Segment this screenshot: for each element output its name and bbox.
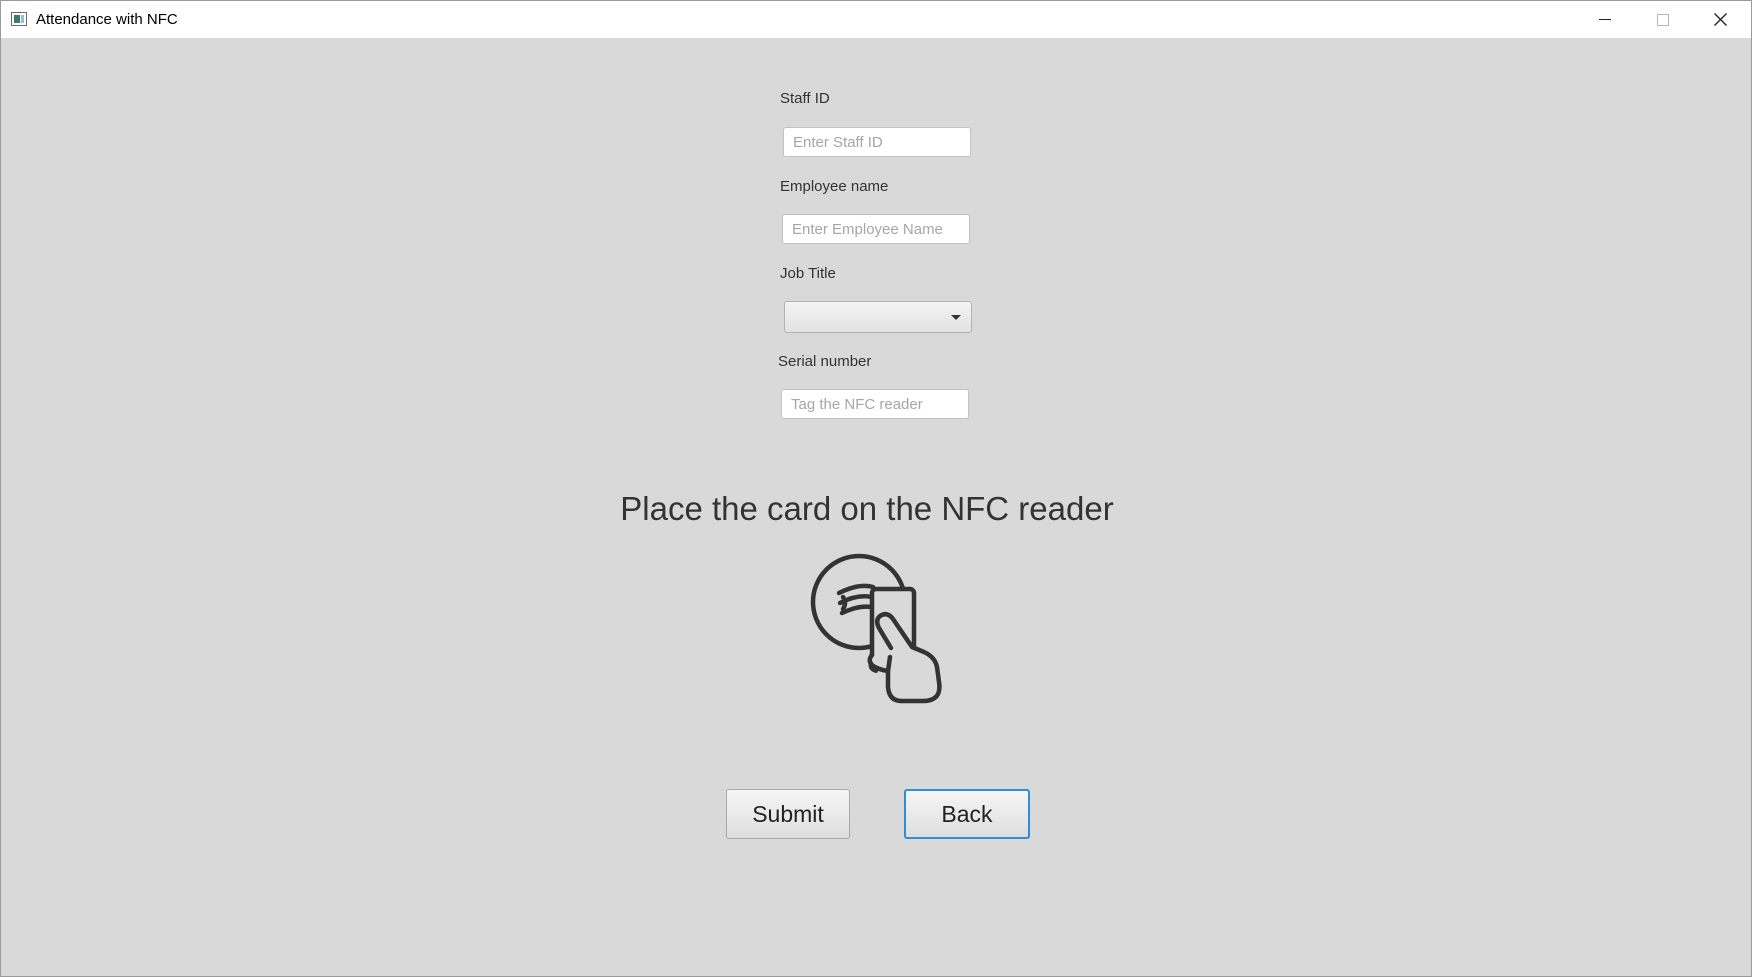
staff-id-input[interactable]: [783, 127, 971, 157]
minimize-button[interactable]: [1576, 1, 1634, 38]
title-bar[interactable]: Attendance with NFC: [1, 1, 1751, 38]
submit-button[interactable]: Submit: [726, 789, 850, 839]
app-icon: [11, 12, 27, 26]
window-title: Attendance with NFC: [36, 11, 178, 28]
job-title-label: Job Title: [780, 265, 836, 282]
staff-id-label: Staff ID: [780, 90, 830, 107]
job-title-select[interactable]: [784, 301, 972, 333]
close-icon: [1714, 13, 1727, 26]
chevron-down-icon: [951, 315, 961, 320]
app-window: Attendance with NFC Staff ID Employee na…: [0, 0, 1752, 977]
instruction-heading: Place the card on the NFC reader: [620, 490, 1114, 527]
maximize-button[interactable]: [1634, 1, 1692, 38]
close-button[interactable]: [1692, 1, 1750, 38]
serial-number-label: Serial number: [778, 353, 872, 370]
hand-holding-card-on-nfc-reader-icon: [810, 553, 942, 704]
back-button[interactable]: Back: [904, 789, 1030, 839]
serial-number-input[interactable]: [781, 389, 969, 419]
employee-name-input[interactable]: [782, 214, 970, 244]
employee-name-label: Employee name: [780, 178, 889, 195]
